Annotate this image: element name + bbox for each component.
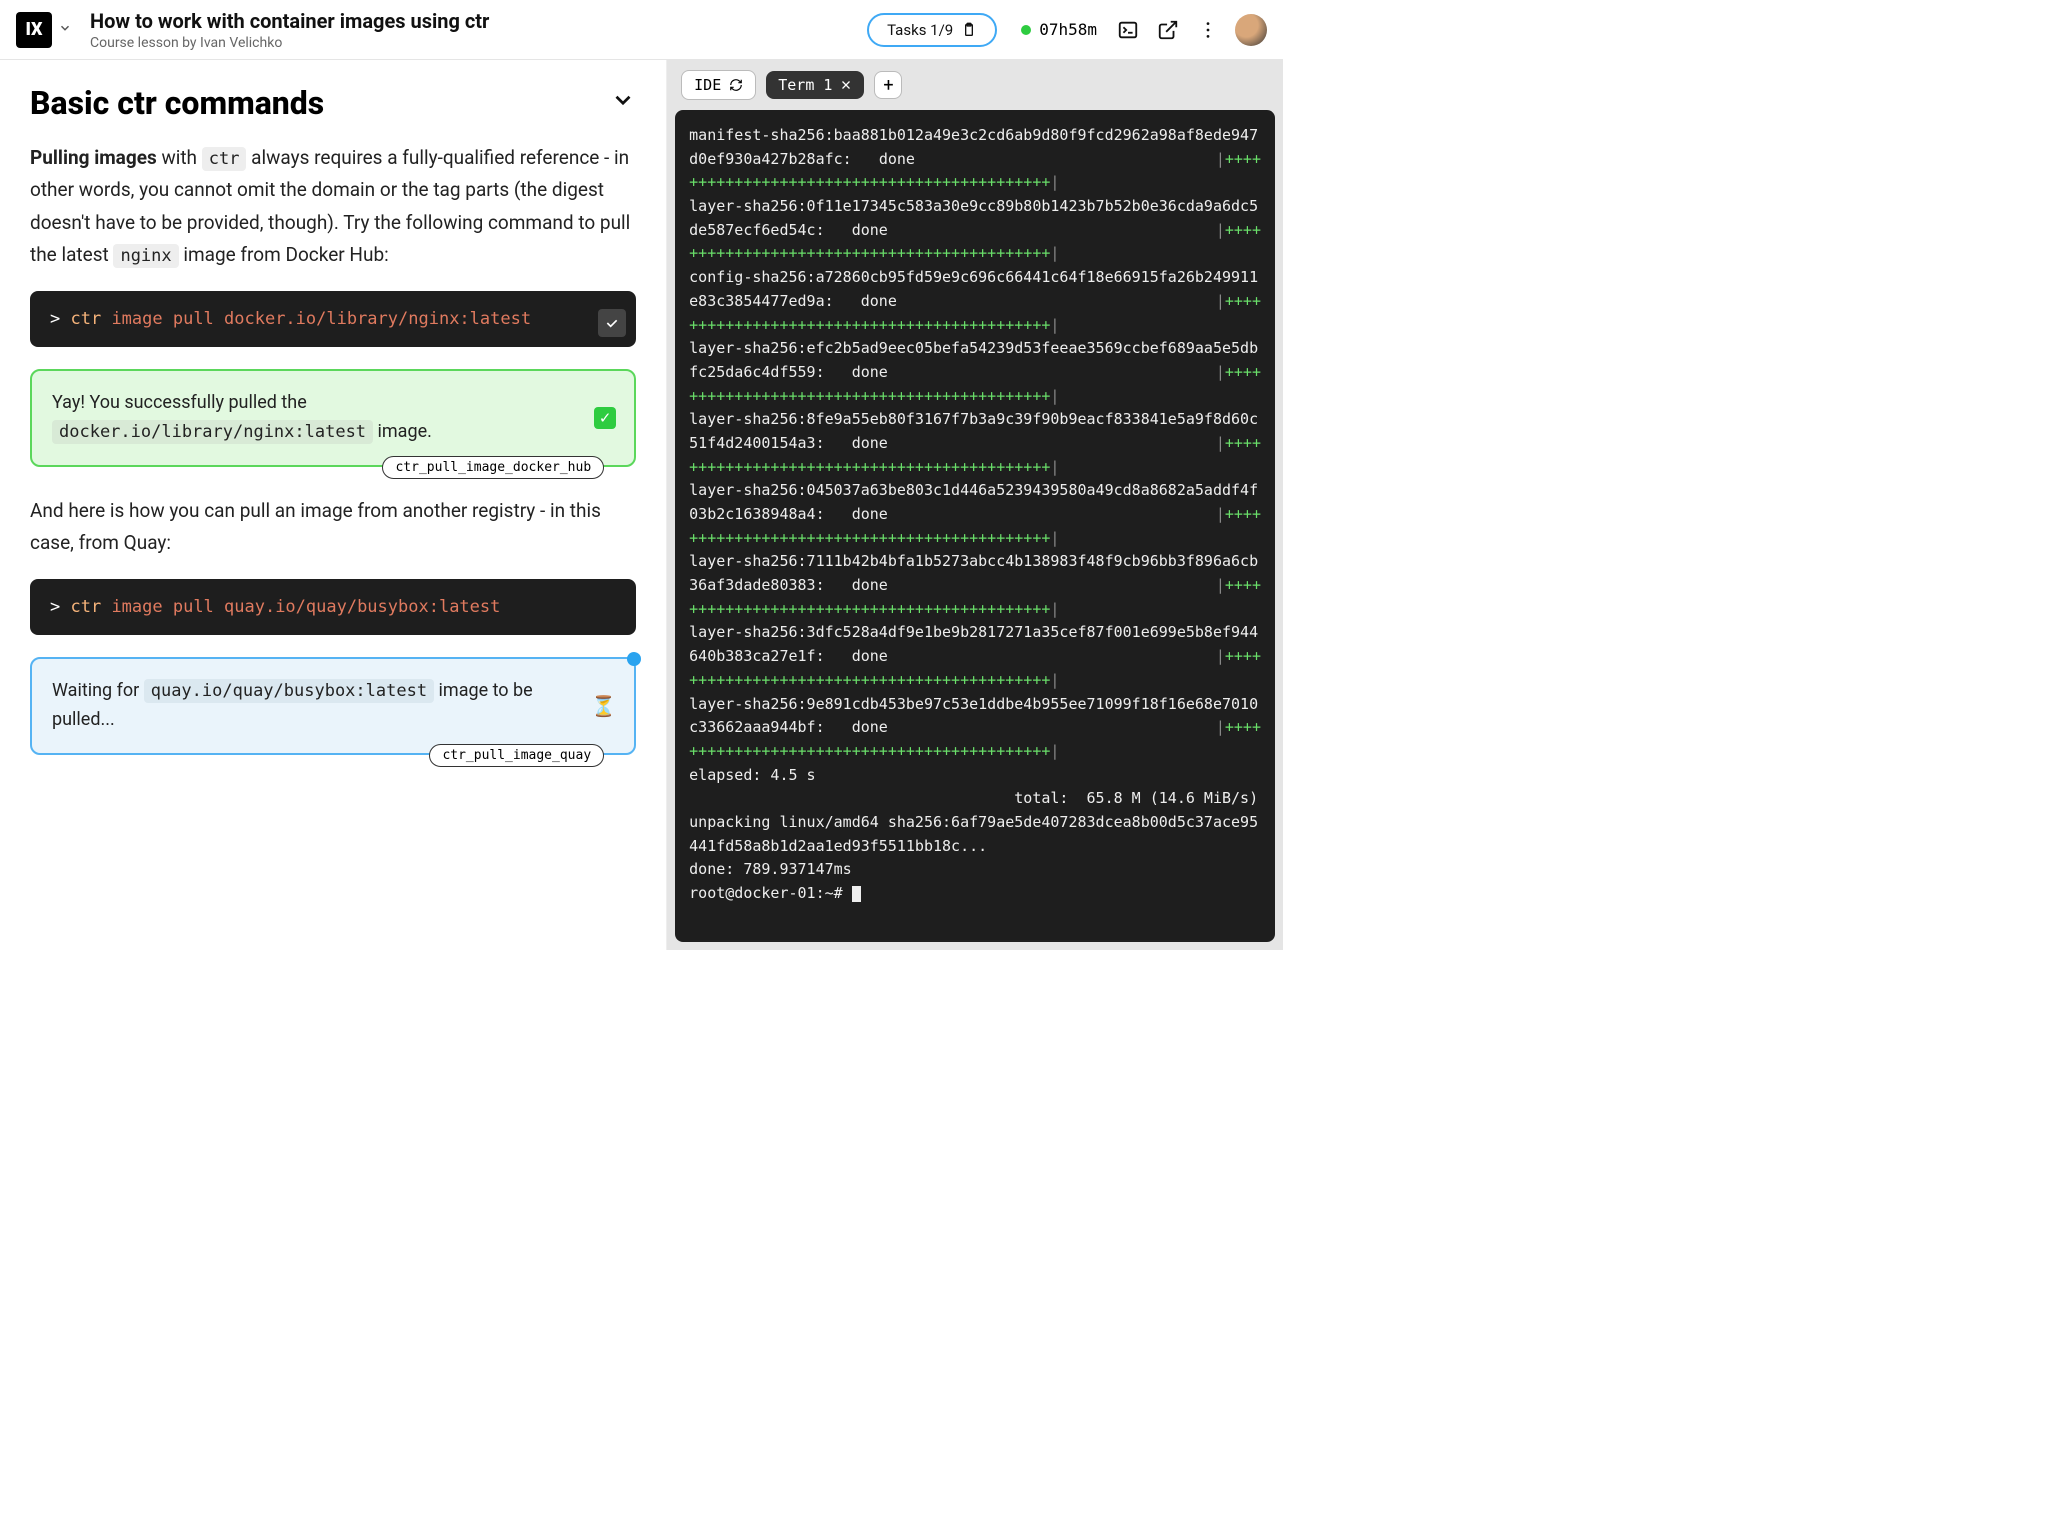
success-tag: ctr_pull_image_docker_hub: [382, 456, 604, 479]
more-vertical-icon[interactable]: [1197, 19, 1219, 41]
close-icon[interactable]: [840, 79, 852, 91]
waiting-tag: ctr_pull_image_quay: [429, 744, 604, 767]
paragraph-1: Pulling images with ctr always requires …: [30, 142, 636, 271]
waiting-code: quay.io/quay/busybox:latest: [144, 679, 434, 703]
terminal-output[interactable]: manifest-sha256:baa881b012a49e3c2cd6ab9d…: [675, 110, 1275, 942]
paragraph-2: And here is how you can pull an image fr…: [30, 495, 636, 560]
terminal-icon[interactable]: [1117, 19, 1139, 41]
code-block-2: > ctr image pull quay.io/quay/busybox:la…: [30, 579, 636, 635]
add-terminal-button[interactable]: +: [874, 71, 902, 99]
timer-status-dot: [1021, 25, 1031, 35]
tasks-label: Tasks 1/9: [887, 21, 953, 39]
tasks-button[interactable]: Tasks 1/9: [867, 13, 997, 47]
timer-text: 07h58m: [1039, 20, 1097, 39]
ide-tab[interactable]: IDE: [681, 70, 756, 100]
success-callout: Yay! You successfully pulled the docker.…: [30, 369, 636, 467]
avatar[interactable]: [1235, 14, 1267, 46]
external-link-icon[interactable]: [1157, 19, 1179, 41]
code-block-1: > ctr image pull docker.io/library/nginx…: [30, 291, 636, 347]
code-check-button[interactable]: [598, 309, 626, 337]
waiting-callout: Waiting for quay.io/quay/busybox:latest …: [30, 657, 636, 755]
inline-code-ctr: ctr: [202, 147, 247, 171]
section-collapse-chevron[interactable]: [610, 87, 636, 119]
timer: 07h58m: [1021, 20, 1097, 39]
logo[interactable]: IX: [16, 12, 52, 48]
page-title: How to work with container images using …: [90, 9, 867, 33]
refresh-icon: [729, 78, 743, 92]
section-title: Basic ctr commands: [30, 84, 324, 122]
term1-tab[interactable]: Term 1: [766, 71, 864, 99]
waiting-indicator-dot: [627, 652, 641, 666]
inline-code-nginx: nginx: [113, 244, 178, 268]
lesson-panel: Basic ctr commands Pulling images with c…: [0, 60, 667, 950]
clipboard-icon: [961, 22, 977, 38]
check-icon: ✓: [594, 407, 616, 429]
success-code: docker.io/library/nginx:latest: [52, 420, 373, 444]
terminal-panel: IDE Term 1 + manifest-sha256:baa881b012a…: [667, 60, 1283, 950]
hourglass-icon: ⏳: [591, 694, 616, 718]
page-subtitle: Course lesson by Ivan Velichko: [90, 35, 867, 51]
logo-dropdown-chevron[interactable]: [58, 20, 72, 39]
